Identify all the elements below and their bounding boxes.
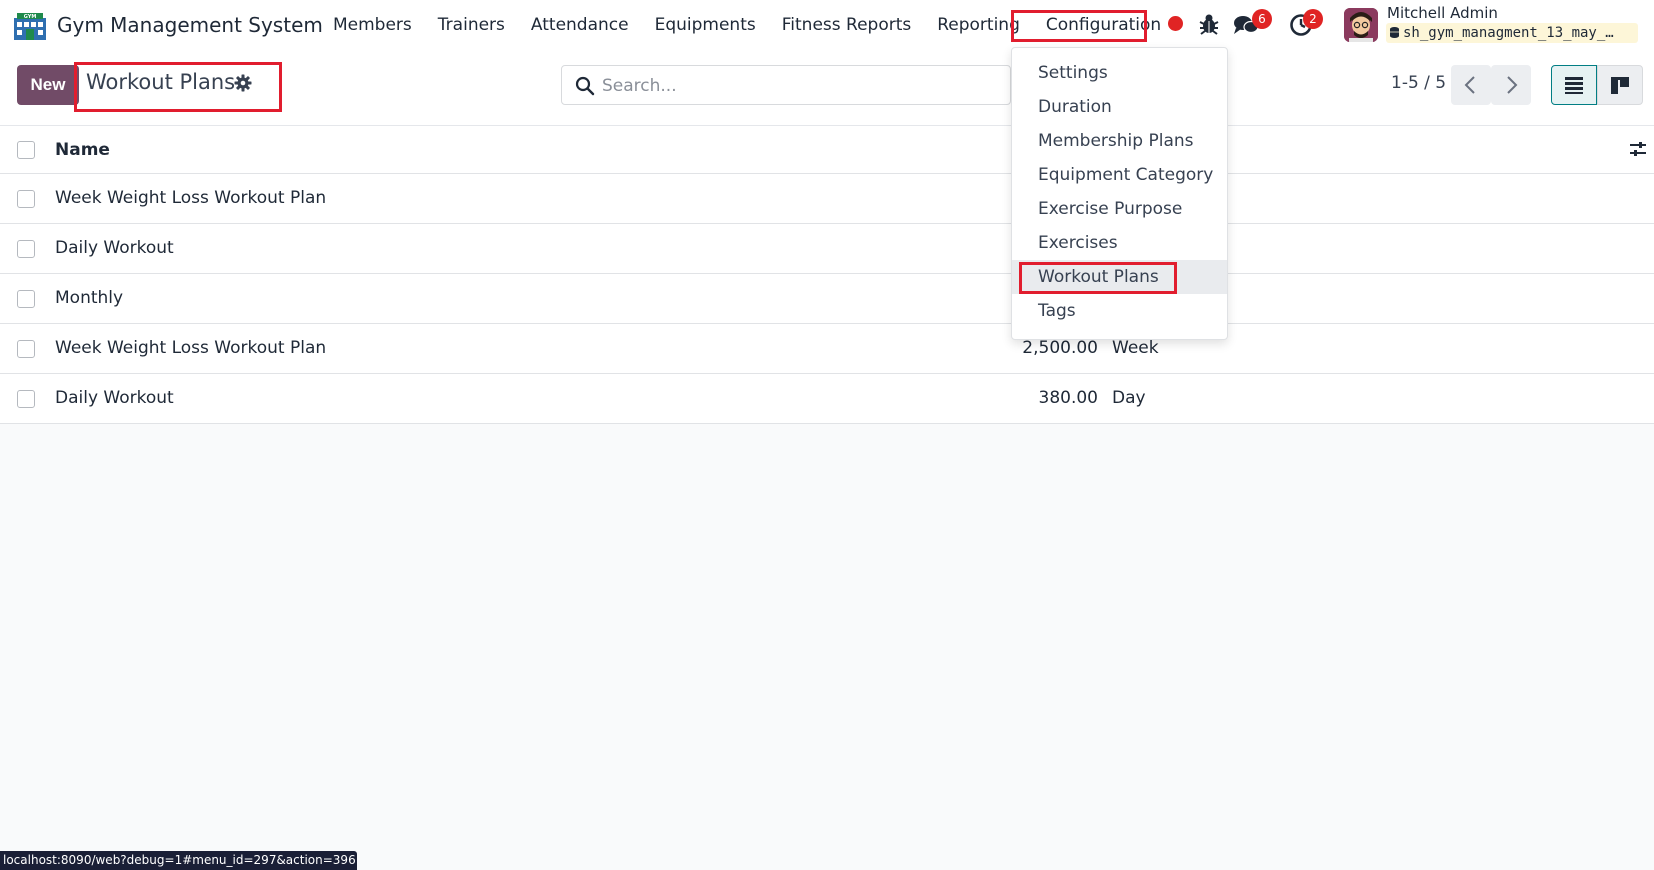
dropdown-item-membership-plans[interactable]: Membership Plans: [1012, 124, 1227, 158]
table-row[interactable]: Monthly: [0, 274, 1654, 324]
row-checkbox[interactable]: [17, 240, 35, 258]
dropdown-item-settings[interactable]: Settings: [1012, 56, 1227, 90]
cell-name: Daily Workout: [55, 388, 174, 408]
new-button[interactable]: New: [17, 65, 79, 105]
svg-text:GYM: GYM: [24, 14, 37, 20]
menu-attendance[interactable]: Attendance: [518, 0, 642, 50]
pager-next-button[interactable]: [1491, 65, 1531, 105]
menu-trainers[interactable]: Trainers: [425, 0, 518, 50]
status-bar-url: localhost:8090/web?debug=1#menu_id=297&a…: [0, 851, 357, 870]
cell-plan-type: Day: [1112, 388, 1146, 408]
gear-icon[interactable]: [234, 74, 252, 92]
top-navbar: GYM Gym Management System Members Traine…: [0, 0, 1654, 50]
row-checkbox[interactable]: [17, 190, 35, 208]
list-view-icon: [1565, 77, 1583, 94]
cell-name: Week Weight Loss Workout Plan: [55, 338, 327, 358]
kanban-view-button[interactable]: [1597, 65, 1643, 105]
gym-logo-icon[interactable]: GYM: [13, 9, 47, 41]
menu-fitness-reports[interactable]: Fitness Reports: [769, 0, 925, 50]
row-checkbox[interactable]: [17, 390, 35, 408]
database-name: sh_gym_managment_13_may_…: [1403, 25, 1614, 41]
menu-reporting[interactable]: Reporting: [924, 0, 1033, 50]
cell-plan-type: Week: [1112, 338, 1159, 358]
search-icon: [575, 76, 595, 96]
search-box: [561, 65, 1011, 105]
dropdown-item-equipment-category[interactable]: Equipment Category: [1012, 158, 1227, 192]
column-header-name[interactable]: Name: [55, 140, 110, 160]
user-avatar[interactable]: [1344, 8, 1378, 42]
table-header-row: Name Ca n Type: [0, 126, 1654, 174]
app-name[interactable]: Gym Management System: [57, 13, 323, 37]
chevron-right-icon: [1507, 76, 1518, 94]
cell-name: Week Weight Loss Workout Plan: [55, 188, 327, 208]
dropdown-item-tags[interactable]: Tags: [1012, 294, 1227, 328]
table-row[interactable]: Week Weight Loss Workout Plan: [0, 174, 1654, 224]
row-checkbox[interactable]: [17, 340, 35, 358]
menu-equipments[interactable]: Equipments: [642, 0, 769, 50]
search-input[interactable]: [602, 72, 1002, 100]
list-view-button[interactable]: [1551, 65, 1597, 105]
dropdown-item-workout-plans[interactable]: Workout Plans: [1012, 260, 1227, 294]
main-menu: Members Trainers Attendance Equipments F…: [320, 0, 1174, 50]
table-row[interactable]: Week Weight Loss Workout Plan 2,500.00 W…: [0, 324, 1654, 374]
table-row[interactable]: Daily Workout: [0, 224, 1654, 274]
optional-columns-sliders-icon[interactable]: [1629, 140, 1647, 158]
debug-bug-icon[interactable]: [1199, 13, 1219, 35]
activities-count-badge: 2: [1303, 9, 1323, 29]
dropdown-item-exercise-purpose[interactable]: Exercise Purpose: [1012, 192, 1227, 226]
configuration-dropdown-menu: Settings Duration Membership Plans Equip…: [1011, 47, 1228, 340]
cell-calories: 2,500.00: [1022, 338, 1098, 358]
recording-indicator-icon[interactable]: [1168, 16, 1183, 31]
menu-configuration[interactable]: Configuration: [1033, 0, 1174, 50]
select-all-checkbox[interactable]: [17, 141, 35, 159]
kanban-view-icon: [1611, 77, 1629, 94]
table-row[interactable]: Daily Workout 380.00 Day: [0, 374, 1654, 424]
cell-calories: 380.00: [1038, 388, 1098, 408]
database-icon: [1390, 27, 1399, 38]
pager-value[interactable]: 1-5 / 5: [1391, 73, 1446, 93]
cell-name: Daily Workout: [55, 238, 174, 258]
control-panel: New Workout Plans 1-5 / 5: [0, 50, 1654, 126]
workout-plans-table: Name Ca n Type Week Weight Loss Workout …: [0, 126, 1654, 424]
row-checkbox[interactable]: [17, 290, 35, 308]
chevron-left-icon: [1464, 76, 1475, 94]
user-name[interactable]: Mitchell Admin: [1387, 4, 1498, 22]
dropdown-item-duration[interactable]: Duration: [1012, 90, 1227, 124]
dropdown-item-exercises[interactable]: Exercises: [1012, 226, 1227, 260]
page-title-breadcrumb: Workout Plans: [86, 70, 236, 94]
pager-previous-button[interactable]: [1451, 65, 1491, 105]
database-chip: sh_gym_managment_13_may_…: [1386, 23, 1638, 43]
menu-members[interactable]: Members: [320, 0, 425, 50]
cell-name: Monthly: [55, 288, 124, 308]
messages-count-badge: 6: [1252, 9, 1272, 29]
